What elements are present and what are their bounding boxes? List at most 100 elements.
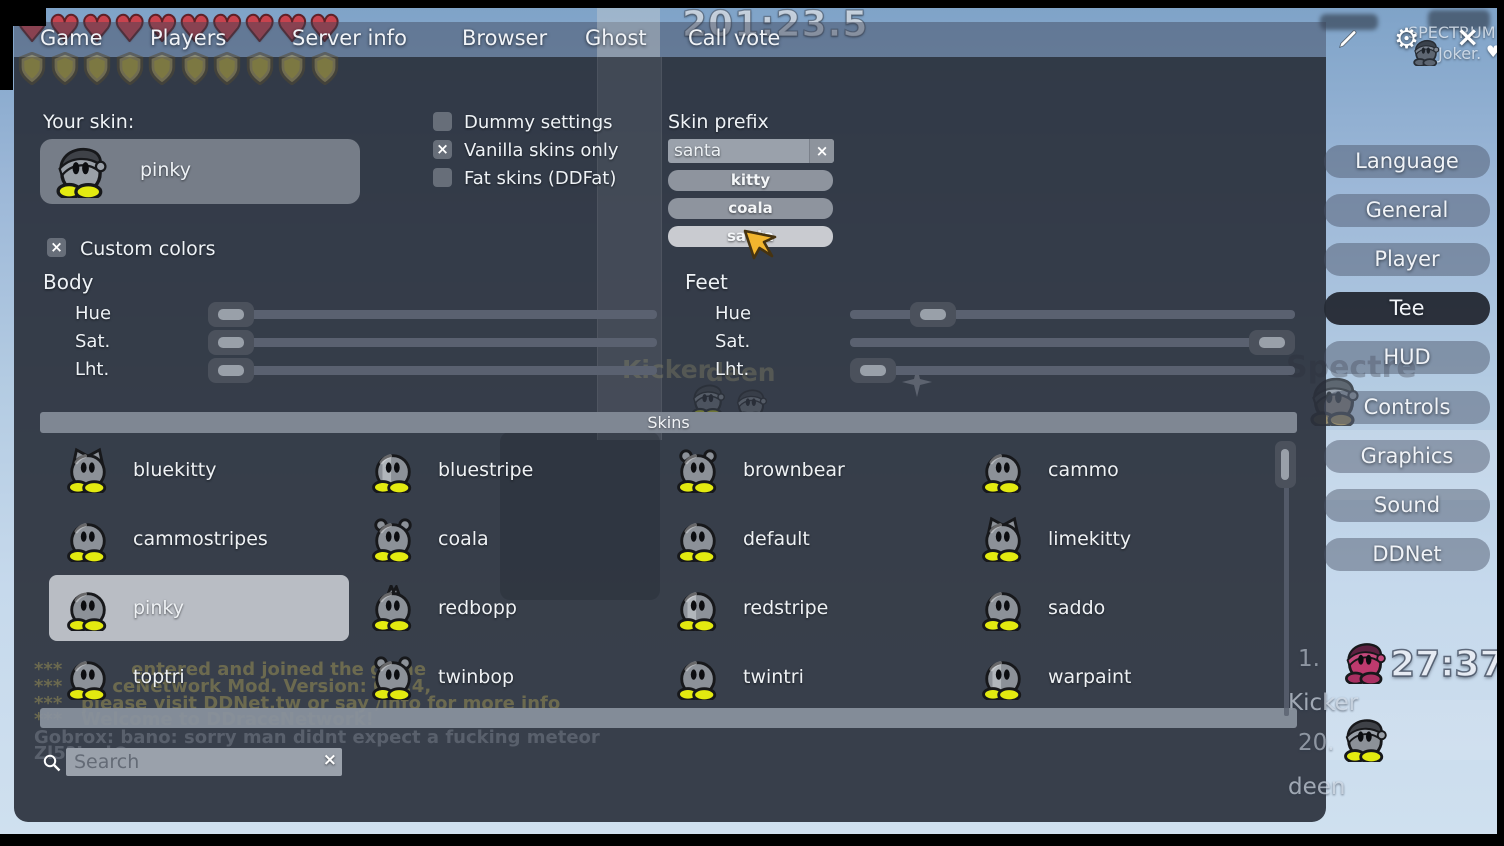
slider-handle[interactable] bbox=[208, 302, 254, 327]
scrollbar-thumb[interactable] bbox=[1275, 441, 1296, 488]
tee-avatar bbox=[65, 585, 111, 631]
pencil-icon bbox=[1337, 28, 1359, 50]
tab-hud[interactable]: HUD bbox=[1324, 341, 1490, 374]
slider-handle[interactable] bbox=[850, 358, 896, 383]
skin-prefix-button-kitty[interactable]: kitty bbox=[668, 170, 833, 191]
shield-icon bbox=[50, 52, 80, 89]
checkbox-dummy-settings[interactable] bbox=[433, 112, 452, 131]
frame-left-corner bbox=[0, 0, 13, 90]
skin-list-item-pinky[interactable]: pinky bbox=[49, 575, 349, 641]
skin-list-item-default[interactable]: default bbox=[659, 506, 959, 572]
skin-list-item-cammostripes[interactable]: cammostripes bbox=[49, 506, 349, 572]
skin-prefix-clear-button[interactable]: × bbox=[809, 139, 834, 163]
menu-item-browser[interactable]: Browser bbox=[462, 26, 547, 50]
frame-top bbox=[0, 0, 1504, 8]
scoreboard-tee-1 bbox=[1343, 640, 1387, 688]
tab-graphics[interactable]: Graphics bbox=[1324, 440, 1490, 473]
tab-tee[interactable]: Tee bbox=[1324, 292, 1490, 325]
tee-avatar bbox=[370, 516, 416, 562]
skin-list-item-brownbear[interactable]: brownbear bbox=[659, 437, 959, 503]
search-clear-button[interactable]: × bbox=[323, 750, 337, 770]
skin-name: twinbop bbox=[438, 666, 514, 688]
menu-item-call-vote[interactable]: Call vote bbox=[688, 26, 780, 50]
skin-name: redstripe bbox=[743, 597, 828, 619]
skin-prefix-button-coala[interactable]: coala bbox=[668, 198, 833, 219]
slider-feet-lht[interactable] bbox=[850, 366, 1295, 375]
tab-language[interactable]: Language bbox=[1324, 145, 1490, 178]
menu-item-server-info[interactable]: Server info bbox=[292, 26, 407, 50]
close-icon: × bbox=[1456, 20, 1479, 53]
slider-body-hue[interactable] bbox=[208, 310, 657, 319]
skin-list-item-twinbop[interactable]: twinbop bbox=[354, 644, 654, 710]
skin-list-item-redstripe[interactable]: redstripe bbox=[659, 575, 959, 641]
skin-name: bluestripe bbox=[438, 459, 533, 481]
slider-handle[interactable] bbox=[208, 330, 254, 355]
editor-pencil-button[interactable] bbox=[1337, 28, 1359, 54]
tab-sound[interactable]: Sound bbox=[1324, 489, 1490, 522]
skin-name: coala bbox=[438, 528, 489, 550]
skin-list-item-coala[interactable]: coala bbox=[354, 506, 654, 572]
tee-avatar bbox=[65, 516, 111, 562]
menu-item-players[interactable]: Players bbox=[150, 26, 226, 50]
scoreboard-time: 27:37 bbox=[1390, 644, 1504, 685]
tee-avatar bbox=[980, 654, 1026, 700]
checkbox-fat-skins[interactable] bbox=[433, 168, 452, 187]
skin-list-item-saddo[interactable]: saddo bbox=[964, 575, 1264, 641]
tab-general[interactable]: General bbox=[1324, 194, 1490, 227]
close-icon: × bbox=[816, 142, 829, 160]
scoreboard-name-2: deen bbox=[1288, 774, 1345, 800]
skin-name: pinky bbox=[133, 597, 184, 619]
tee-avatar bbox=[980, 516, 1026, 562]
tab-controls[interactable]: Controls bbox=[1324, 391, 1490, 424]
slider-handle[interactable] bbox=[1249, 330, 1295, 355]
skin-list-item-bluekitty[interactable]: bluekitty bbox=[49, 437, 349, 503]
slider-body-sat[interactable] bbox=[208, 338, 657, 347]
slider-body-lht[interactable] bbox=[208, 366, 657, 375]
tab-player[interactable]: Player bbox=[1324, 243, 1490, 276]
skin-preview-box: pinky bbox=[40, 139, 360, 204]
search-input[interactable]: Search × bbox=[66, 748, 342, 776]
search-icon bbox=[42, 753, 62, 777]
checkbox-vanilla-skins-only[interactable]: × bbox=[433, 140, 452, 159]
tee-avatar bbox=[675, 585, 721, 631]
menu-item-ghost[interactable]: Ghost bbox=[585, 26, 647, 50]
skin-list-item-limekitty[interactable]: limekitty bbox=[964, 506, 1264, 572]
skin-list-item-redbopp[interactable]: redbopp bbox=[354, 575, 654, 641]
tee-avatar bbox=[370, 447, 416, 493]
tee-avatar bbox=[675, 516, 721, 562]
skin-name: redbopp bbox=[438, 597, 517, 619]
slider-feet-hue[interactable] bbox=[850, 310, 1295, 319]
skins-list-header[interactable]: Skins bbox=[40, 412, 1297, 433]
skin-name: saddo bbox=[1048, 597, 1105, 619]
skin-list-item-twintri[interactable]: twintri bbox=[659, 644, 959, 710]
skin-name: bluekitty bbox=[133, 459, 217, 481]
skin-list-item-cammo[interactable]: cammo bbox=[964, 437, 1264, 503]
skin-name: twintri bbox=[743, 666, 804, 688]
shield-icon bbox=[277, 52, 307, 89]
skin-list-item-toptri[interactable]: toptri bbox=[49, 644, 349, 710]
tee-avatar bbox=[370, 585, 416, 631]
slider-feet-sat[interactable] bbox=[850, 338, 1295, 347]
skin-name: default bbox=[743, 528, 810, 550]
tee-avatar bbox=[675, 447, 721, 493]
skin-list-item-warpaint[interactable]: warpaint bbox=[964, 644, 1264, 710]
skin-prefix-input[interactable]: santa × bbox=[668, 139, 834, 163]
menu-item-game[interactable]: Game bbox=[40, 26, 103, 50]
skin-name: cammostripes bbox=[133, 528, 268, 550]
checkbox-vanilla-skins-only-label: Vanilla skins only bbox=[464, 140, 619, 161]
tab-ddnet[interactable]: DDNet bbox=[1324, 538, 1490, 571]
shield-icon bbox=[245, 52, 275, 89]
settings-gear-button[interactable]: ⚙ bbox=[1394, 22, 1419, 55]
quit-button[interactable]: × bbox=[1456, 20, 1479, 53]
slider-handle[interactable] bbox=[910, 302, 956, 327]
shield-icon bbox=[212, 52, 242, 89]
slider-handle[interactable] bbox=[208, 358, 254, 383]
checkbox-dummy-settings-label: Dummy settings bbox=[464, 112, 613, 133]
tee-avatar bbox=[980, 447, 1026, 493]
slider-label-feet-sat: Sat. bbox=[715, 331, 750, 352]
mouse-cursor bbox=[742, 228, 784, 278]
skin-list-item-bluestripe[interactable]: bluestripe bbox=[354, 437, 654, 503]
checkbox-custom-colors[interactable]: × bbox=[47, 238, 66, 257]
slider-label-body-hue: Hue bbox=[75, 303, 111, 324]
list-footer-bar bbox=[40, 708, 1297, 728]
